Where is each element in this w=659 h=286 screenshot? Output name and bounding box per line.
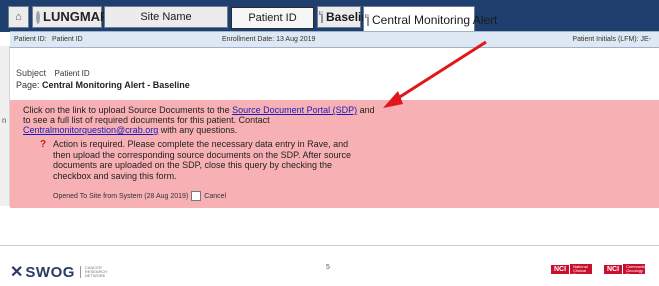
tab-site-name-label: Site Name <box>140 11 192 23</box>
tab-bar: ⌂ LUNGMAP Site Name Patient ID Baseline … <box>0 0 659 32</box>
alert-intro-before-link: Click on the link to upload Source Docum… <box>23 105 233 115</box>
nci-ncorp-logo: NCI Community Oncology Research Program <box>604 262 646 281</box>
patient-id-label: Patient ID: <box>14 36 47 43</box>
subject-label: Subject <box>16 68 47 78</box>
nci-text-2: Community Oncology Research Program <box>623 264 646 281</box>
footer-divider <box>0 245 659 246</box>
nci-text-1: National Clinical Trials Network <box>570 264 593 281</box>
tab-patient-id[interactable]: Patient ID <box>231 7 314 29</box>
left-edge-letter: n <box>2 116 7 125</box>
patient-id-value: Patient ID <box>52 36 83 43</box>
enrollment-date: Enrollment Date: 13 Aug 2019 <box>222 36 316 43</box>
nci-nctn-logo: NCI National Clinical Trials Network <box>551 262 593 281</box>
arrow-shaft <box>394 40 487 102</box>
source-document-portal-link[interactable]: Source Document Portal (SDP) <box>232 105 357 115</box>
swog-subtitle: CANCER RESEARCH NETWORK <box>79 266 107 278</box>
tab-lungmap[interactable]: LUNGMAP <box>32 6 109 28</box>
swog-wordmark: SWOG <box>25 263 75 281</box>
tab-baseline[interactable]: Baseline <box>317 6 375 28</box>
page-title: Central Monitoring Alert - Baseline <box>42 80 190 90</box>
tab-site-name[interactable]: Site Name <box>104 6 228 28</box>
action-required-text: Action is required. Please complete the … <box>53 139 352 181</box>
alert-intro-text: Click on the link to upload Source Docum… <box>23 105 383 135</box>
form-icon <box>365 13 369 26</box>
contact-email-link[interactable]: Centralmonitorquestion@crab.org <box>23 125 158 135</box>
page-label: Page: <box>16 80 40 90</box>
tab-lungmap-label: LUNGMAP <box>43 9 109 24</box>
subject-line: Subject Patient ID <box>16 68 90 78</box>
subject-value: Patient ID <box>54 69 90 78</box>
opened-text: Opened To Site from System (28 Aug 2019) <box>53 192 189 200</box>
folder-icon <box>319 11 323 23</box>
alert-intro-end: with any questions. <box>158 125 238 135</box>
page-number: 5 <box>326 264 330 271</box>
tab-home[interactable]: ⌂ <box>8 6 29 28</box>
nci-badge-1: NCI <box>551 264 570 274</box>
patient-info-strip: Patient ID: Patient ID Enrollment Date: … <box>10 31 659 48</box>
patient-initials: Patient Initials (LFM): JE- <box>572 36 651 43</box>
home-icon: ⌂ <box>15 11 22 23</box>
cancel-label: Cancel <box>204 192 227 200</box>
tab-central-monitoring-alert-label: Central Monitoring Alert <box>372 12 498 27</box>
query-question-icon: ? <box>40 139 47 150</box>
swog-logo: ✕ SWOG CANCER RESEARCH NETWORK <box>10 262 107 282</box>
query-opened-line: Opened To Site from System (28 Aug 2019)… <box>53 191 226 201</box>
tab-patient-id-label: Patient ID <box>248 12 297 24</box>
tab-central-monitoring-alert[interactable]: Central Monitoring Alert <box>363 6 497 32</box>
left-panel-edge: n <box>0 46 10 206</box>
nci-badge-2: NCI <box>604 264 623 274</box>
study-circle-icon <box>36 10 40 24</box>
page-line: Page: Central Monitoring Alert - Baselin… <box>16 80 190 90</box>
cancel-checkbox[interactable] <box>191 191 202 201</box>
swog-x-icon: ✕ <box>10 264 24 281</box>
